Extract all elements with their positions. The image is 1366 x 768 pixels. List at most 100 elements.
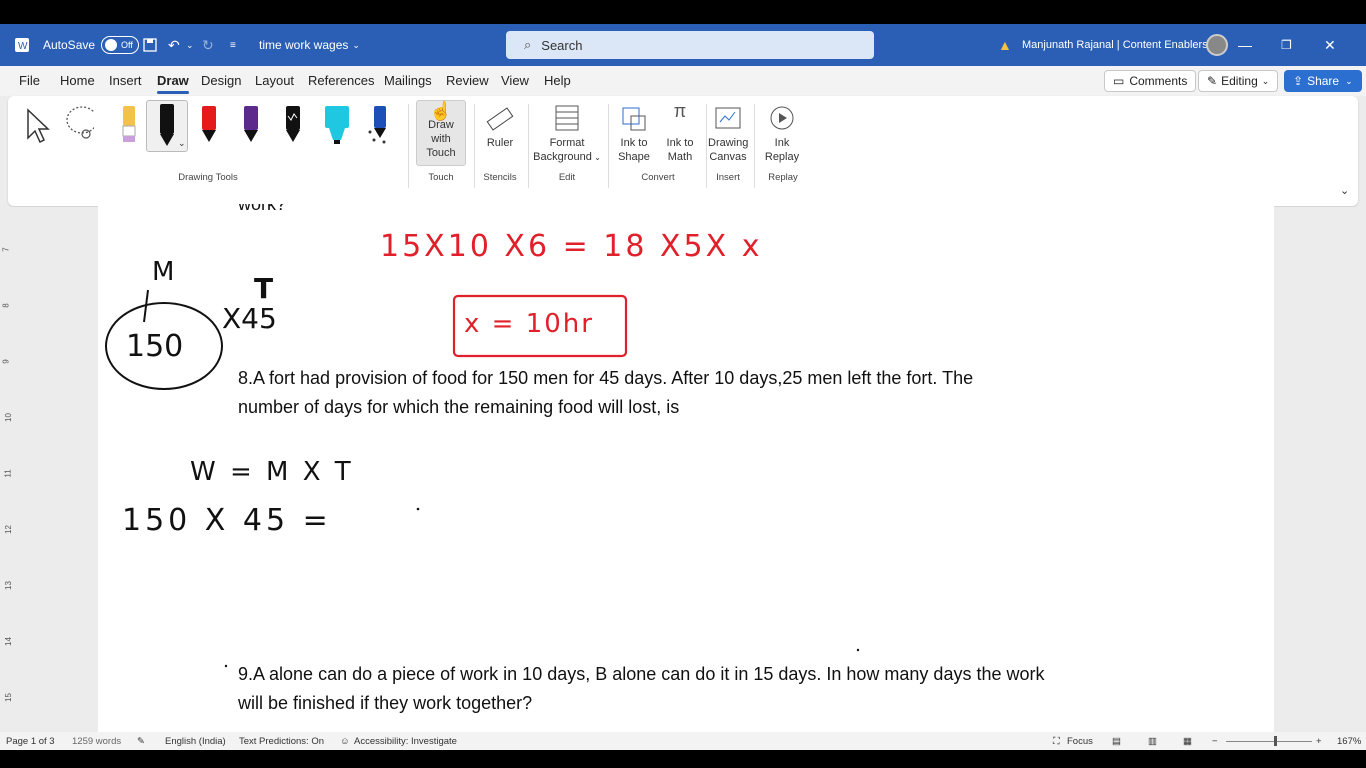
format-background-icon [532, 104, 602, 136]
page-count[interactable]: Page 1 of 3 [6, 736, 55, 747]
status-bar: Page 1 of 3 1259 words ✎ English (India)… [0, 732, 1366, 750]
tab-layout[interactable]: Layout [255, 73, 294, 88]
pen-red-icon[interactable] [194, 102, 224, 152]
focus-button[interactable]: Focus [1067, 736, 1093, 747]
chevron-down-icon: ⌄ [1345, 75, 1353, 86]
read-mode-icon[interactable]: ▤ [1112, 736, 1121, 747]
print-layout-icon[interactable]: ▥ [1148, 736, 1157, 747]
drawing-canvas-button[interactable]: Drawing Canvas [708, 104, 748, 164]
search-box[interactable]: ⌕ Search [506, 31, 874, 59]
group-convert: Convert [641, 172, 675, 183]
pen-purple-icon[interactable] [236, 102, 266, 152]
editing-mode-button[interactable]: ✎ Editing ⌄ [1198, 70, 1279, 92]
tab-mailings[interactable]: Mailings [384, 73, 432, 88]
pencil-icon: ✎ [1207, 74, 1218, 88]
collapse-ribbon-icon[interactable]: ⌄ [1340, 184, 1349, 197]
minimize-icon[interactable]: — [1238, 24, 1278, 66]
user-name[interactable]: Manjunath Rajanal | Content Enablers [1022, 24, 1208, 66]
redo-icon[interactable]: ↻ [202, 24, 214, 66]
ink-replay-button[interactable]: Ink Replay [762, 104, 802, 164]
touch-hand-icon: ☝ [429, 101, 453, 121]
ink-circle-number: 150 [126, 329, 183, 364]
undo-dropdown-icon[interactable]: ⌄ [186, 24, 194, 66]
lasso-select-icon[interactable] [64, 104, 94, 154]
group-touch: Touch [428, 172, 454, 183]
tab-home[interactable]: Home [60, 73, 95, 88]
share-button[interactable]: ⇪ Share ⌄ [1284, 70, 1362, 92]
search-placeholder: Search [541, 37, 583, 53]
ink-red-answer: x = 10hr [464, 309, 594, 339]
avatar[interactable] [1206, 24, 1228, 66]
ink-red-equation: 15X10 X6 = 18 X5X x [380, 229, 762, 264]
accessibility-status[interactable]: Accessibility: Investigate [354, 736, 457, 747]
tab-draw[interactable]: Draw [157, 73, 189, 94]
chevron-down-icon[interactable]: ⌄ [178, 138, 186, 149]
ink-to-math-icon: π [673, 101, 687, 121]
highlighter-yellow-icon[interactable] [114, 102, 144, 152]
pen-blue-sparkle-icon[interactable] [362, 102, 392, 152]
ink-replay-icon [762, 104, 802, 136]
tab-file[interactable]: File [19, 73, 40, 88]
search-icon: ⌕ [524, 37, 532, 52]
ink-t-label: T [254, 272, 273, 305]
restore-icon[interactable]: ❐ [1281, 24, 1321, 66]
document-page[interactable]: work? 8.A fort had provision of food for… [98, 204, 1274, 732]
autosave-toggle[interactable]: Off [101, 36, 140, 54]
comment-icon: ▭ [1113, 74, 1125, 88]
web-layout-icon[interactable]: ▦ [1183, 736, 1192, 747]
language[interactable]: English (India) [165, 736, 226, 747]
ink-m-label: M [152, 257, 174, 287]
tab-review[interactable]: Review [446, 73, 489, 88]
group-drawing-tools: Drawing Tools [178, 172, 238, 183]
chevron-down-icon: ⌄ [1261, 75, 1270, 86]
draw-ribbon: ⌄ Drawing Tools ☝ Draw with Touch Touch [8, 96, 1358, 206]
drawing-canvas-icon [708, 104, 748, 136]
focus-icon[interactable]: ⛶ [1053, 736, 1060, 747]
undo-icon[interactable]: ↶ [168, 24, 180, 66]
warning-icon[interactable]: ▲ [998, 24, 1012, 66]
customize-toolbar-icon[interactable]: ≡ [230, 24, 236, 66]
menu-bar: File Home Insert Draw Design Layout Refe… [0, 66, 1366, 96]
svg-text:W: W [18, 41, 28, 52]
group-insert: Insert [716, 172, 740, 183]
zoom-slider-knob[interactable] [1274, 736, 1277, 746]
ink-work-formula: W = M X T [190, 457, 354, 487]
zoom-in-icon[interactable]: + [1316, 736, 1322, 747]
format-background-button[interactable]: Format Background ⌄ [532, 104, 602, 165]
word-count[interactable]: 1259 words [72, 736, 121, 747]
chevron-down-icon: ⌄ [352, 39, 360, 50]
comments-button[interactable]: ▭ Comments [1104, 70, 1197, 92]
ink-to-shape-icon [614, 104, 654, 136]
tab-help[interactable]: Help [544, 73, 571, 88]
vertical-ruler: 7 8 9 10 11 12 13 14 15 [1, 247, 13, 702]
tab-references[interactable]: References [308, 73, 374, 88]
title-bar: W AutoSave Off ↶ ⌄ ↻ ≡ time work wages ⌄ … [0, 24, 1366, 66]
save-icon[interactable] [143, 24, 157, 66]
pen-black-galaxy-icon[interactable] [278, 102, 308, 152]
accessibility-icon[interactable]: ☺ [340, 736, 350, 747]
highlighter-cyan-icon[interactable] [320, 102, 350, 152]
autosave-label: AutoSave [43, 38, 96, 52]
ink-x45: X45 [222, 302, 277, 335]
tab-view[interactable]: View [501, 73, 529, 88]
ink-to-math-button[interactable]: π Ink to Math [660, 101, 700, 164]
ink-calculation: 150 X 45 = [122, 503, 332, 538]
word-logo-icon: W [14, 24, 30, 66]
proofing-icon[interactable]: ✎ [137, 736, 145, 747]
text-predictions[interactable]: Text Predictions: On [239, 736, 324, 747]
group-edit: Edit [558, 172, 576, 183]
zoom-level[interactable]: 167% [1337, 736, 1361, 747]
ruler-button[interactable]: Ruler [480, 104, 520, 150]
zoom-out-icon[interactable]: − [1212, 736, 1218, 747]
select-arrow-icon[interactable] [22, 106, 52, 156]
tab-design[interactable]: Design [201, 73, 241, 88]
chevron-down-icon: ⌄ [591, 153, 601, 162]
document-title[interactable]: time work wages ⌄ [259, 24, 360, 66]
zoom-slider-track[interactable] [1226, 741, 1312, 742]
share-icon: ⇪ [1293, 74, 1304, 88]
tab-insert[interactable]: Insert [109, 73, 142, 88]
ink-layer: 15X10 X6 = 18 X5X x x = 10hr M T 150 X45… [105, 229, 860, 668]
group-stencils: Stencils [483, 172, 517, 183]
ink-to-shape-button[interactable]: Ink to Shape [614, 104, 654, 164]
close-icon[interactable]: ✕ [1324, 24, 1364, 66]
